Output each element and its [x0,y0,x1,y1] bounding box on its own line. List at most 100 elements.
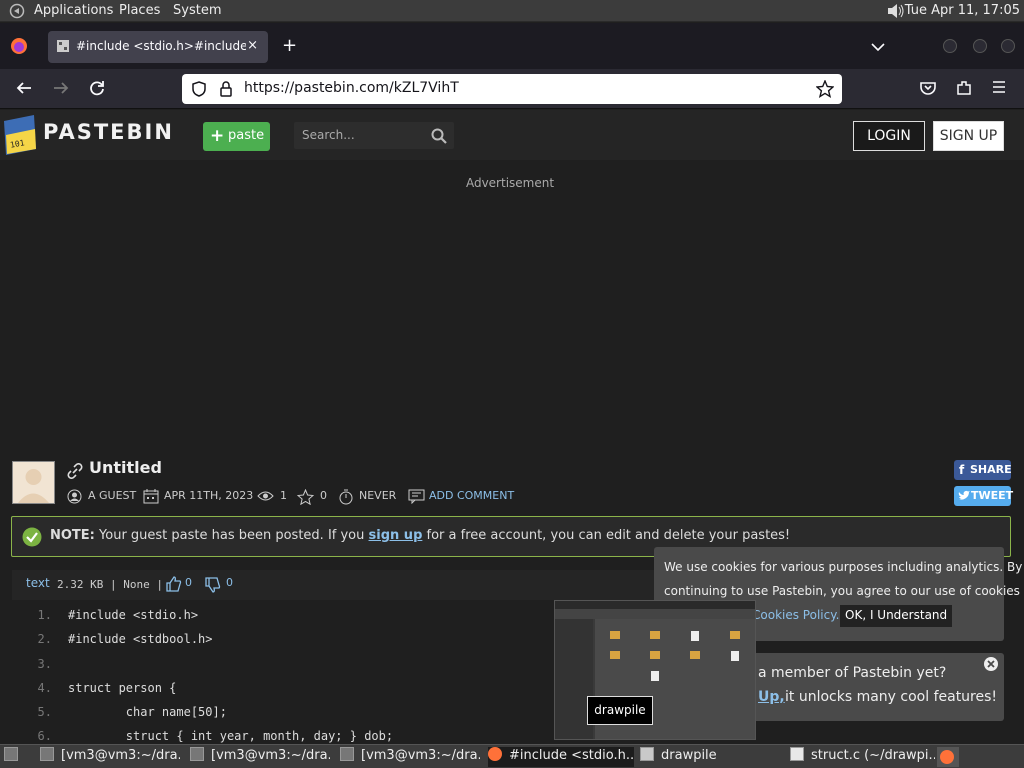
syntax-label[interactable]: text [26,576,50,590]
twitter-tweet-button[interactable]: TWEET [954,486,1014,506]
line-number: 4. [37,681,52,695]
taskbar-item-label: #include <stdio.h... [509,748,634,763]
facebook-icon: f [959,463,965,477]
taskbar-item-label: [vm3@vm3:~/dra... [211,748,330,763]
paste-author[interactable]: A GUEST [88,489,136,502]
thumbs-down-icon[interactable] [205,577,221,596]
system-menu[interactable]: System [173,3,221,18]
applications-menu[interactable]: Applications [34,3,113,18]
note-label: NOTE: [50,528,95,543]
taskbar-item-label: drawpile [661,748,717,763]
signup-button[interactable]: SIGN UP [933,121,1004,151]
add-comment-link[interactable]: ADD COMMENT [429,489,514,502]
extensions-icon[interactable] [955,79,973,101]
firefox-icon [488,747,502,761]
share-label: SHARE [970,463,1012,476]
maximize-button[interactable] [973,39,987,53]
lock-icon[interactable] [219,81,233,101]
twitter-bird-icon [958,490,970,504]
pocket-icon[interactable] [919,79,937,101]
paste-date: APR 11TH, 2023 [164,489,254,502]
terminal-icon [190,747,204,761]
taskbar-item-label: [vm3@vm3:~/dra... [361,748,480,763]
taskbar-item-editor[interactable]: struct.c (~/drawpi... [790,747,935,767]
site-header: 101 PASTEBIN + paste Search... LOGIN SIG… [0,110,1024,160]
views-eye-icon [257,489,274,506]
shield-icon[interactable] [191,81,207,101]
taskbar-item-terminal-3[interactable]: [vm3@vm3:~/dra... [340,747,480,767]
line-number: 1. [37,608,52,622]
taskbar-item-firefox[interactable]: #include <stdio.h... [488,747,634,767]
member-signup-link[interactable]: Up, [758,689,785,705]
tab-close-icon[interactable]: × [247,38,258,53]
terminal-icon [40,747,54,761]
views-count: 1 [280,489,287,502]
new-paste-label: paste [228,128,265,143]
calendar-icon [143,489,159,507]
cookie-text-1: We use cookies for various purposes incl… [664,560,1023,574]
dislikes-count: 0 [226,576,233,589]
forward-arrow-icon[interactable] [52,79,70,101]
comment-icon[interactable] [408,489,425,507]
pastebin-logo-icon[interactable]: 101 [2,113,38,159]
clock[interactable]: Tue Apr 11, 17:05 [905,3,1020,18]
tray-firefox-icon[interactable] [937,747,959,767]
member-text: a member of Pastebin yet? [758,665,947,681]
firefox-icon[interactable] [10,37,28,59]
navigation-bar: https://pastebin.com/kZL7VihT [0,69,1024,109]
line-text: struct person { [68,681,177,695]
site-search-field[interactable]: Search... [294,122,454,149]
tweet-label: TWEET [971,489,1014,502]
close-window-button[interactable] [1001,39,1015,53]
link-icon [67,463,83,483]
taskbar-item-label: struct.c (~/drawpi... [811,748,935,763]
site-logo-text[interactable]: PASTEBIN [43,120,174,144]
url-text[interactable]: https://pastebin.com/kZL7VihT [244,80,459,96]
volume-icon[interactable] [886,3,906,23]
window-tooltip: drawpile [587,696,653,725]
cookie-ok-button[interactable]: OK, I Understand [840,605,953,627]
thumbs-up-icon[interactable] [166,576,182,595]
search-placeholder: Search... [302,128,355,142]
cookies-policy-link[interactable]: Cookies Policy. [752,603,839,627]
paste-size-meta: 2.32 KB | None | [57,578,163,591]
taskbar-item-label: [vm3@vm3:~/dra... [61,748,180,763]
text-editor-icon [790,747,804,761]
minimize-button[interactable] [943,39,957,53]
top-panel: Applications Places System Tue Apr 11, 1… [0,0,1024,22]
code-line: 6. struct { int year, month, day; } dob; [12,729,1002,744]
taskbar-item-terminal-1[interactable]: [vm3@vm3:~/dra... [40,747,180,767]
advertisement-label: Advertisement [465,176,555,190]
line-text: #include <stdbool.h> [68,632,213,646]
line-text: #include <stdio.h> [68,608,199,622]
tab-bar: #include <stdio.h>#include <stdbool.h> ×… [0,23,1024,69]
list-tabs-chevron-icon[interactable] [871,37,885,56]
close-icon[interactable] [984,657,998,675]
sign-up-link[interactable]: sign up [369,528,423,543]
reload-icon[interactable] [88,79,106,101]
star-icon[interactable] [296,488,315,508]
window-thumbnail-preview[interactable] [554,600,756,740]
search-icon[interactable] [431,128,447,147]
browser-tab[interactable]: #include <stdio.h>#include <stdbool.h> × [48,31,268,63]
hamburger-menu-icon[interactable] [991,79,1007,99]
new-paste-button[interactable]: + paste [203,122,270,151]
url-bar[interactable]: https://pastebin.com/kZL7VihT [182,74,842,104]
new-tab-button[interactable]: + [282,35,297,56]
back-arrow-icon[interactable] [15,79,33,101]
stars-count: 0 [320,489,327,502]
gnome-foot-icon[interactable] [8,3,26,23]
line-text: char name[50]; [68,705,227,719]
bookmark-star-icon[interactable] [815,79,835,102]
tab-title: #include <stdio.h>#include <stdbool.h> [76,39,246,53]
member-text-2: it unlocks many cool features! [785,689,998,705]
facebook-share-button[interactable]: f SHARE [954,460,1012,480]
show-desktop-icon[interactable] [4,747,26,767]
line-number: 5. [37,705,52,719]
taskbar-item-terminal-2[interactable]: [vm3@vm3:~/dra... [190,747,330,767]
places-menu[interactable]: Places [119,3,160,18]
note-text-after: for a free account, you can edit and del… [426,528,791,543]
likes-count: 0 [185,576,192,589]
taskbar-item-drawpile[interactable]: drawpile [640,747,780,767]
login-button[interactable]: LOGIN [853,121,925,151]
